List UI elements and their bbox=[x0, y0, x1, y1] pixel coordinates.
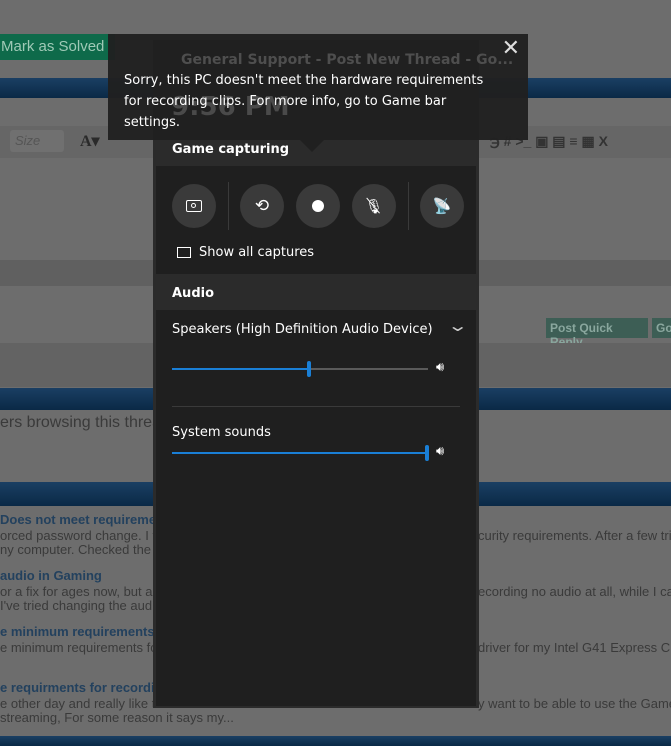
post-quick-reply-button[interactable]: Post Quick Reply bbox=[546, 318, 648, 349]
browsing-text: ers browsing this thread bbox=[0, 414, 170, 431]
broadcast-button[interactable]: 📡 bbox=[420, 184, 464, 228]
speaker-icon[interactable]: 🔊︎ bbox=[436, 444, 444, 459]
thread-title[interactable]: audio in Gaming bbox=[0, 568, 102, 583]
thread-snippet: e other day and really like th bbox=[0, 696, 163, 711]
thread-snippet: ecording no audio at all, while I can bbox=[478, 584, 671, 599]
screenshot-button[interactable] bbox=[172, 184, 216, 228]
thread-snippet: or a fix for ages now, but all bbox=[0, 584, 159, 599]
thread-snippet: y want to be able to use the Game bbox=[478, 696, 671, 711]
toast-message: Sorry, this PC doesn't meet the hardware… bbox=[124, 73, 484, 130]
audio-device-label: Speakers (High Definition Audio Device) bbox=[172, 322, 433, 337]
capture-header: Game capturing bbox=[172, 142, 290, 157]
divider bbox=[172, 406, 460, 407]
gallery-icon bbox=[177, 247, 191, 258]
error-toast: Sorry, this PC doesn't meet the hardware… bbox=[108, 34, 528, 140]
close-icon[interactable]: ✕ bbox=[502, 36, 520, 61]
record-button[interactable] bbox=[296, 184, 340, 228]
thread-snippet: streaming, For some reason it says my... bbox=[0, 710, 234, 725]
footer-bar bbox=[0, 736, 671, 746]
microphone-button[interactable]: 🎙 bbox=[352, 184, 396, 228]
divider bbox=[408, 182, 409, 230]
system-sounds-label: System sounds bbox=[172, 425, 271, 440]
go-advanced-button[interactable]: Go bbox=[652, 318, 671, 338]
camera-icon bbox=[186, 200, 202, 212]
thread-snippet: curity requirements. After a few tries bbox=[478, 528, 671, 543]
broadcast-icon: 📡 bbox=[432, 198, 452, 215]
record-last-button[interactable]: ⟲ bbox=[240, 184, 284, 228]
audio-device-select[interactable]: Speakers (High Definition Audio Device) … bbox=[172, 316, 468, 337]
font-size-select[interactable]: Size bbox=[10, 130, 64, 152]
audio-header: Audio bbox=[172, 286, 215, 301]
thread-snippet: ny computer. Checked the lo bbox=[0, 542, 165, 557]
thread-title[interactable]: e minimum requirements fo bbox=[0, 624, 170, 639]
record-icon bbox=[312, 200, 324, 212]
divider bbox=[228, 182, 229, 230]
record-last-icon: ⟲ bbox=[254, 196, 270, 215]
thread-title[interactable]: Does not meet requirements bbox=[0, 512, 176, 527]
toast-pointer bbox=[300, 140, 324, 152]
font-color-button[interactable]: A▾ bbox=[80, 131, 100, 151]
thread-snippet: I've tried changing the audio bbox=[0, 598, 163, 613]
show-all-captures-link[interactable]: Show all captures bbox=[177, 245, 314, 260]
speaker-icon[interactable]: 🔊︎ bbox=[436, 360, 444, 375]
thread-title[interactable]: e requirments for recording bbox=[0, 680, 170, 695]
thread-snippet: driver for my Intel G41 Express Chip bbox=[478, 640, 671, 655]
mark-solved-button[interactable]: Mark as Solved bbox=[0, 34, 115, 60]
thread-snippet: orced password change. I tr bbox=[0, 528, 161, 543]
show-all-captures-label: Show all captures bbox=[199, 245, 315, 260]
microphone-off-icon: 🎙 bbox=[365, 197, 383, 215]
chevron-down-icon: ⌄ bbox=[446, 316, 469, 335]
thread-snippet: e minimum requirements fo bbox=[0, 640, 158, 655]
